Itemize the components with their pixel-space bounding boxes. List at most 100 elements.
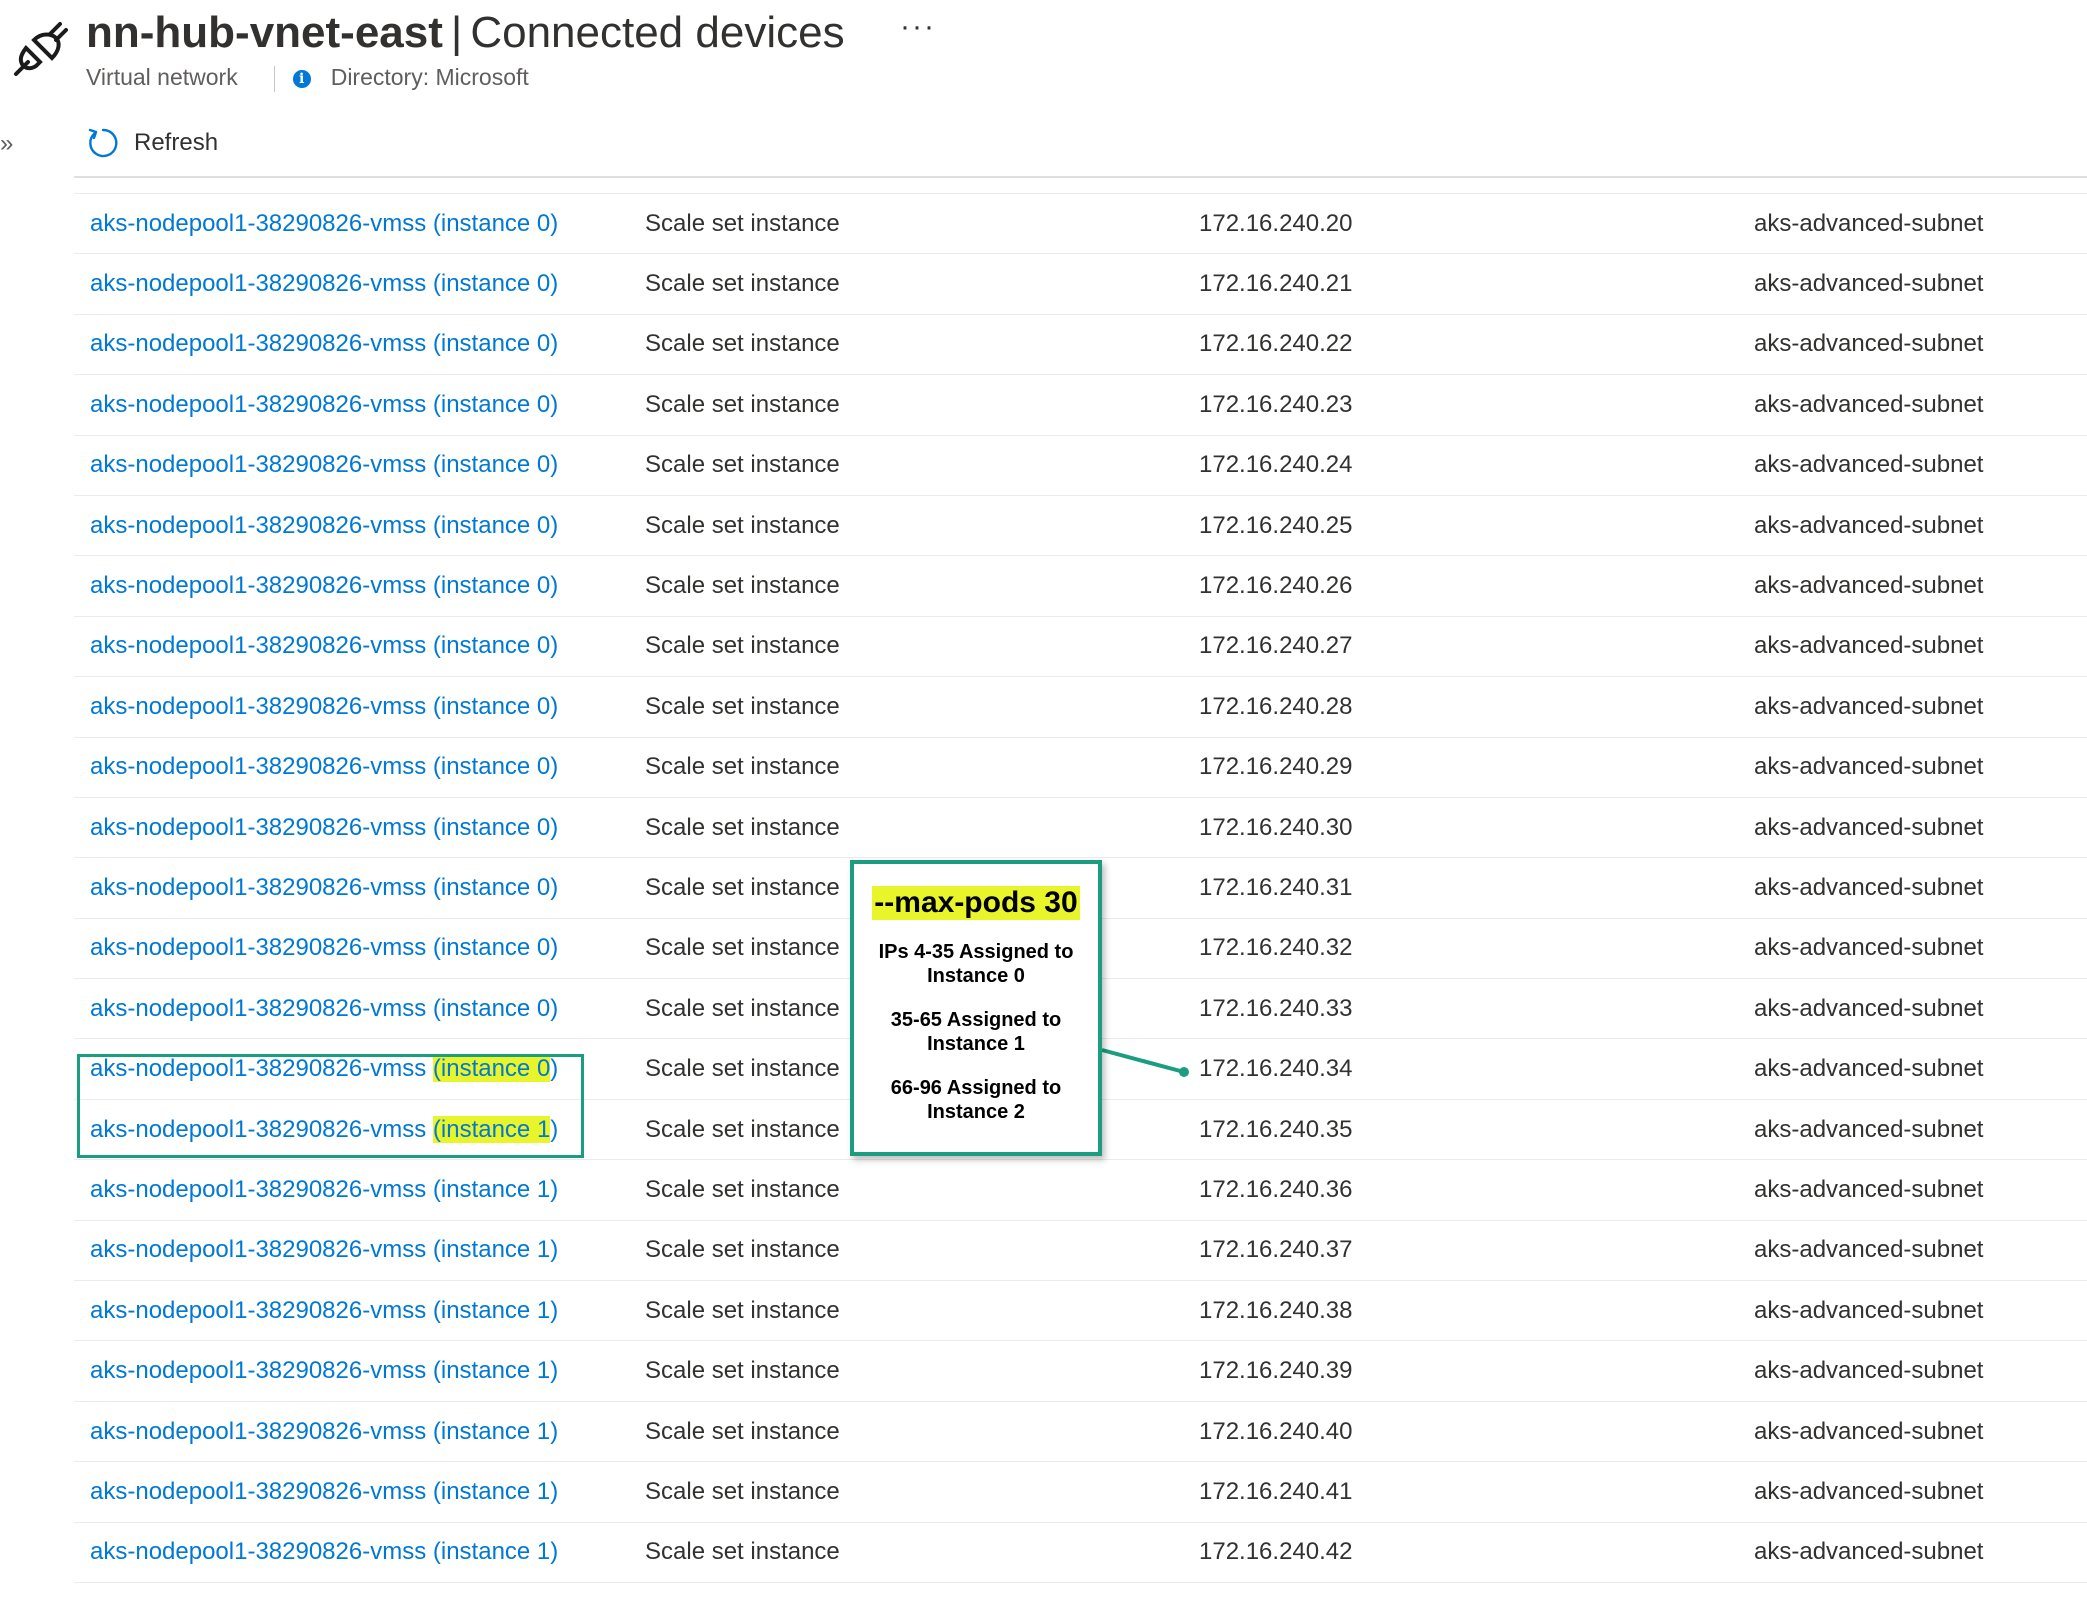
table-row: aks-nodepool1-38290826-vmss (instance 0)… (74, 738, 2087, 798)
table-row: aks-nodepool1-38290826-vmss (instance 1)… (74, 1462, 2087, 1523)
ip-address: 172.16.240.26 (1199, 572, 1353, 600)
device-type: Scale set instance (645, 209, 840, 237)
device-type: Scale set instance (645, 753, 840, 781)
table-row: aks-nodepool1-38290826-vmss (instance 0)… (74, 496, 2087, 557)
resource-name: nn-hub-vnet-east (86, 8, 443, 57)
table-row: aks-nodepool1-38290826-vmss (instance 1)… (74, 1402, 2087, 1463)
page-title: nn-hub-vnet-east | Connected devices (86, 4, 845, 62)
subnet-name: aks-advanced-subnet (1754, 270, 1984, 298)
device-name-link[interactable]: aks-nodepool1-38290826-vmss (instance 1) (90, 1297, 558, 1325)
callout-title: --max-pods 30 (872, 886, 1080, 920)
refresh-label: Refresh (134, 129, 219, 156)
ip-address: 172.16.240.27 (1199, 632, 1353, 660)
device-name-link[interactable]: aks-nodepool1-38290826-vmss (instance 1) (90, 1538, 558, 1566)
device-name-link[interactable]: aks-nodepool1-38290826-vmss (instance 0) (90, 391, 558, 419)
device-name-link[interactable]: aks-nodepool1-38290826-vmss (instance 0) (90, 512, 558, 540)
ip-address: 172.16.240.31 (1199, 873, 1353, 901)
device-type: Scale set instance (645, 692, 840, 720)
subnet-name: aks-advanced-subnet (1754, 873, 1984, 901)
table-row: aks-nodepool1-38290826-vmss (instance 0)… (74, 436, 2087, 496)
subnet-name: aks-advanced-subnet (1754, 934, 1984, 962)
callout-line-2: 35-65 Assigned to Instance 1 (890, 1009, 1062, 1055)
subnet-name: aks-advanced-subnet (1754, 813, 1984, 841)
ip-address: 172.16.240.32 (1199, 934, 1353, 962)
device-type: Scale set instance (645, 451, 840, 479)
device-name-link[interactable]: aks-nodepool1-38290826-vmss (instance 0) (90, 995, 558, 1023)
ip-address: 172.16.240.41 (1199, 1477, 1353, 1505)
subnet-name: aks-advanced-subnet (1754, 1236, 1984, 1264)
table-row: aks-nodepool1-38290826-vmss (instance 1)… (74, 1221, 2087, 1282)
expand-menu-icon[interactable]: » (0, 130, 13, 158)
device-type: Scale set instance (645, 1055, 840, 1083)
device-name-link[interactable]: aks-nodepool1-38290826-vmss (instance 0) (90, 270, 558, 298)
title-separator: | (450, 8, 463, 57)
refresh-button[interactable]: Refresh (86, 126, 218, 160)
device-name-link[interactable]: aks-nodepool1-38290826-vmss (instance 0) (90, 814, 558, 842)
device-name-link[interactable]: aks-nodepool1-38290826-vmss (instance 0) (90, 451, 558, 479)
info-icon[interactable]: i (292, 69, 311, 88)
subnet-name: aks-advanced-subnet (1754, 1296, 1984, 1324)
device-type: Scale set instance (645, 934, 840, 962)
device-name-link[interactable]: aks-nodepool1-38290826-vmss (instance 0) (90, 753, 558, 781)
device-name-link[interactable]: aks-nodepool1-38290826-vmss (instance 0) (90, 210, 558, 238)
ip-address: 172.16.240.33 (1199, 994, 1353, 1022)
table-row: aks-nodepool1-38290826-vmss (instance 0)… (74, 254, 2087, 315)
ip-address: 172.16.240.21 (1199, 270, 1353, 298)
device-type: Scale set instance (645, 1477, 840, 1505)
device-name-link[interactable]: aks-nodepool1-38290826-vmss (instance 0) (90, 632, 558, 660)
page-header: nn-hub-vnet-east | Connected devices ··· V… (0, 0, 2087, 175)
subnet-name: aks-advanced-subnet (1754, 1477, 1984, 1505)
annotation-callout: --max-pods 30 IPs 4-35 Assigned to Insta… (850, 860, 1102, 1156)
table-row: aks-nodepool1-38290826-vmss (instance 0)… (74, 798, 2087, 859)
device-name-link[interactable]: aks-nodepool1-38290826-vmss (instance 0) (90, 874, 558, 902)
device-type: Scale set instance (645, 390, 840, 418)
device-name-link[interactable]: aks-nodepool1-38290826-vmss (instance 1) (90, 1418, 558, 1446)
subnet-name: aks-advanced-subnet (1754, 451, 1984, 479)
subnet-name: aks-advanced-subnet (1754, 511, 1984, 539)
ip-address: 172.16.240.40 (1199, 1417, 1353, 1445)
device-name-link[interactable]: aks-nodepool1-38290826-vmss (instance 1) (90, 1176, 558, 1204)
subnet-name: aks-advanced-subnet (1754, 390, 1984, 418)
device-name-link[interactable]: aks-nodepool1-38290826-vmss (instance 1) (90, 1357, 558, 1385)
subnet-name: aks-advanced-subnet (1754, 1055, 1984, 1083)
device-type: Scale set instance (645, 632, 840, 660)
ip-address: 172.16.240.23 (1199, 390, 1353, 418)
device-name-link[interactable]: aks-nodepool1-38290826-vmss (instance 1) (90, 1478, 558, 1506)
command-bar: Refresh (86, 126, 218, 166)
subnet-name: aks-advanced-subnet (1754, 1417, 1984, 1445)
device-type: Scale set instance (645, 1175, 840, 1203)
resource-type: Virtual network (86, 64, 238, 90)
ip-address: 172.16.240.35 (1199, 1115, 1353, 1143)
table-row: aks-nodepool1-38290826-vmss (instance 1)… (74, 1523, 2087, 1583)
device-type: Scale set instance (645, 1115, 840, 1143)
ip-address: 172.16.240.29 (1199, 753, 1353, 781)
device-type: Scale set instance (645, 1417, 840, 1445)
subnet-name: aks-advanced-subnet (1754, 330, 1984, 358)
ip-address: 172.16.240.30 (1199, 813, 1353, 841)
device-name-link[interactable]: aks-nodepool1-38290826-vmss (instance 0) (90, 572, 558, 600)
device-type: Scale set instance (645, 994, 840, 1022)
subnet-name: aks-advanced-subnet (1754, 1357, 1984, 1385)
table-row: aks-nodepool1-38290826-vmss (instance 0)… (74, 556, 2087, 617)
device-type: Scale set instance (645, 813, 840, 841)
device-type: Scale set instance (645, 330, 840, 358)
highlight-box (77, 1054, 584, 1158)
page-subtitle: Virtual network i Directory: Microsoft (86, 64, 529, 92)
ip-address: 172.16.240.38 (1199, 1296, 1353, 1324)
refresh-icon (88, 128, 118, 158)
table-row-partial (74, 180, 2087, 194)
ip-address: 172.16.240.20 (1199, 209, 1353, 237)
device-name-link[interactable]: aks-nodepool1-38290826-vmss (instance 0) (90, 693, 558, 721)
more-options-button[interactable]: ··· (900, 10, 936, 44)
device-name-link[interactable]: aks-nodepool1-38290826-vmss (instance 1) (90, 1236, 558, 1264)
table-row: aks-nodepool1-38290826-vmss (instance 0)… (74, 677, 2087, 738)
ip-address: 172.16.240.25 (1199, 511, 1353, 539)
device-name-link[interactable]: aks-nodepool1-38290826-vmss (instance 0) (90, 934, 558, 962)
ip-address: 172.16.240.42 (1199, 1538, 1353, 1566)
subtitle-divider (273, 65, 275, 92)
ip-address: 172.16.240.24 (1199, 451, 1353, 479)
ip-address: 172.16.240.22 (1199, 330, 1353, 358)
table-row: aks-nodepool1-38290826-vmss (instance 0)… (74, 375, 2087, 436)
callout-line-1: IPs 4-35 Assigned to Instance 0 (878, 941, 1074, 987)
device-name-link[interactable]: aks-nodepool1-38290826-vmss (instance 0) (90, 330, 558, 358)
